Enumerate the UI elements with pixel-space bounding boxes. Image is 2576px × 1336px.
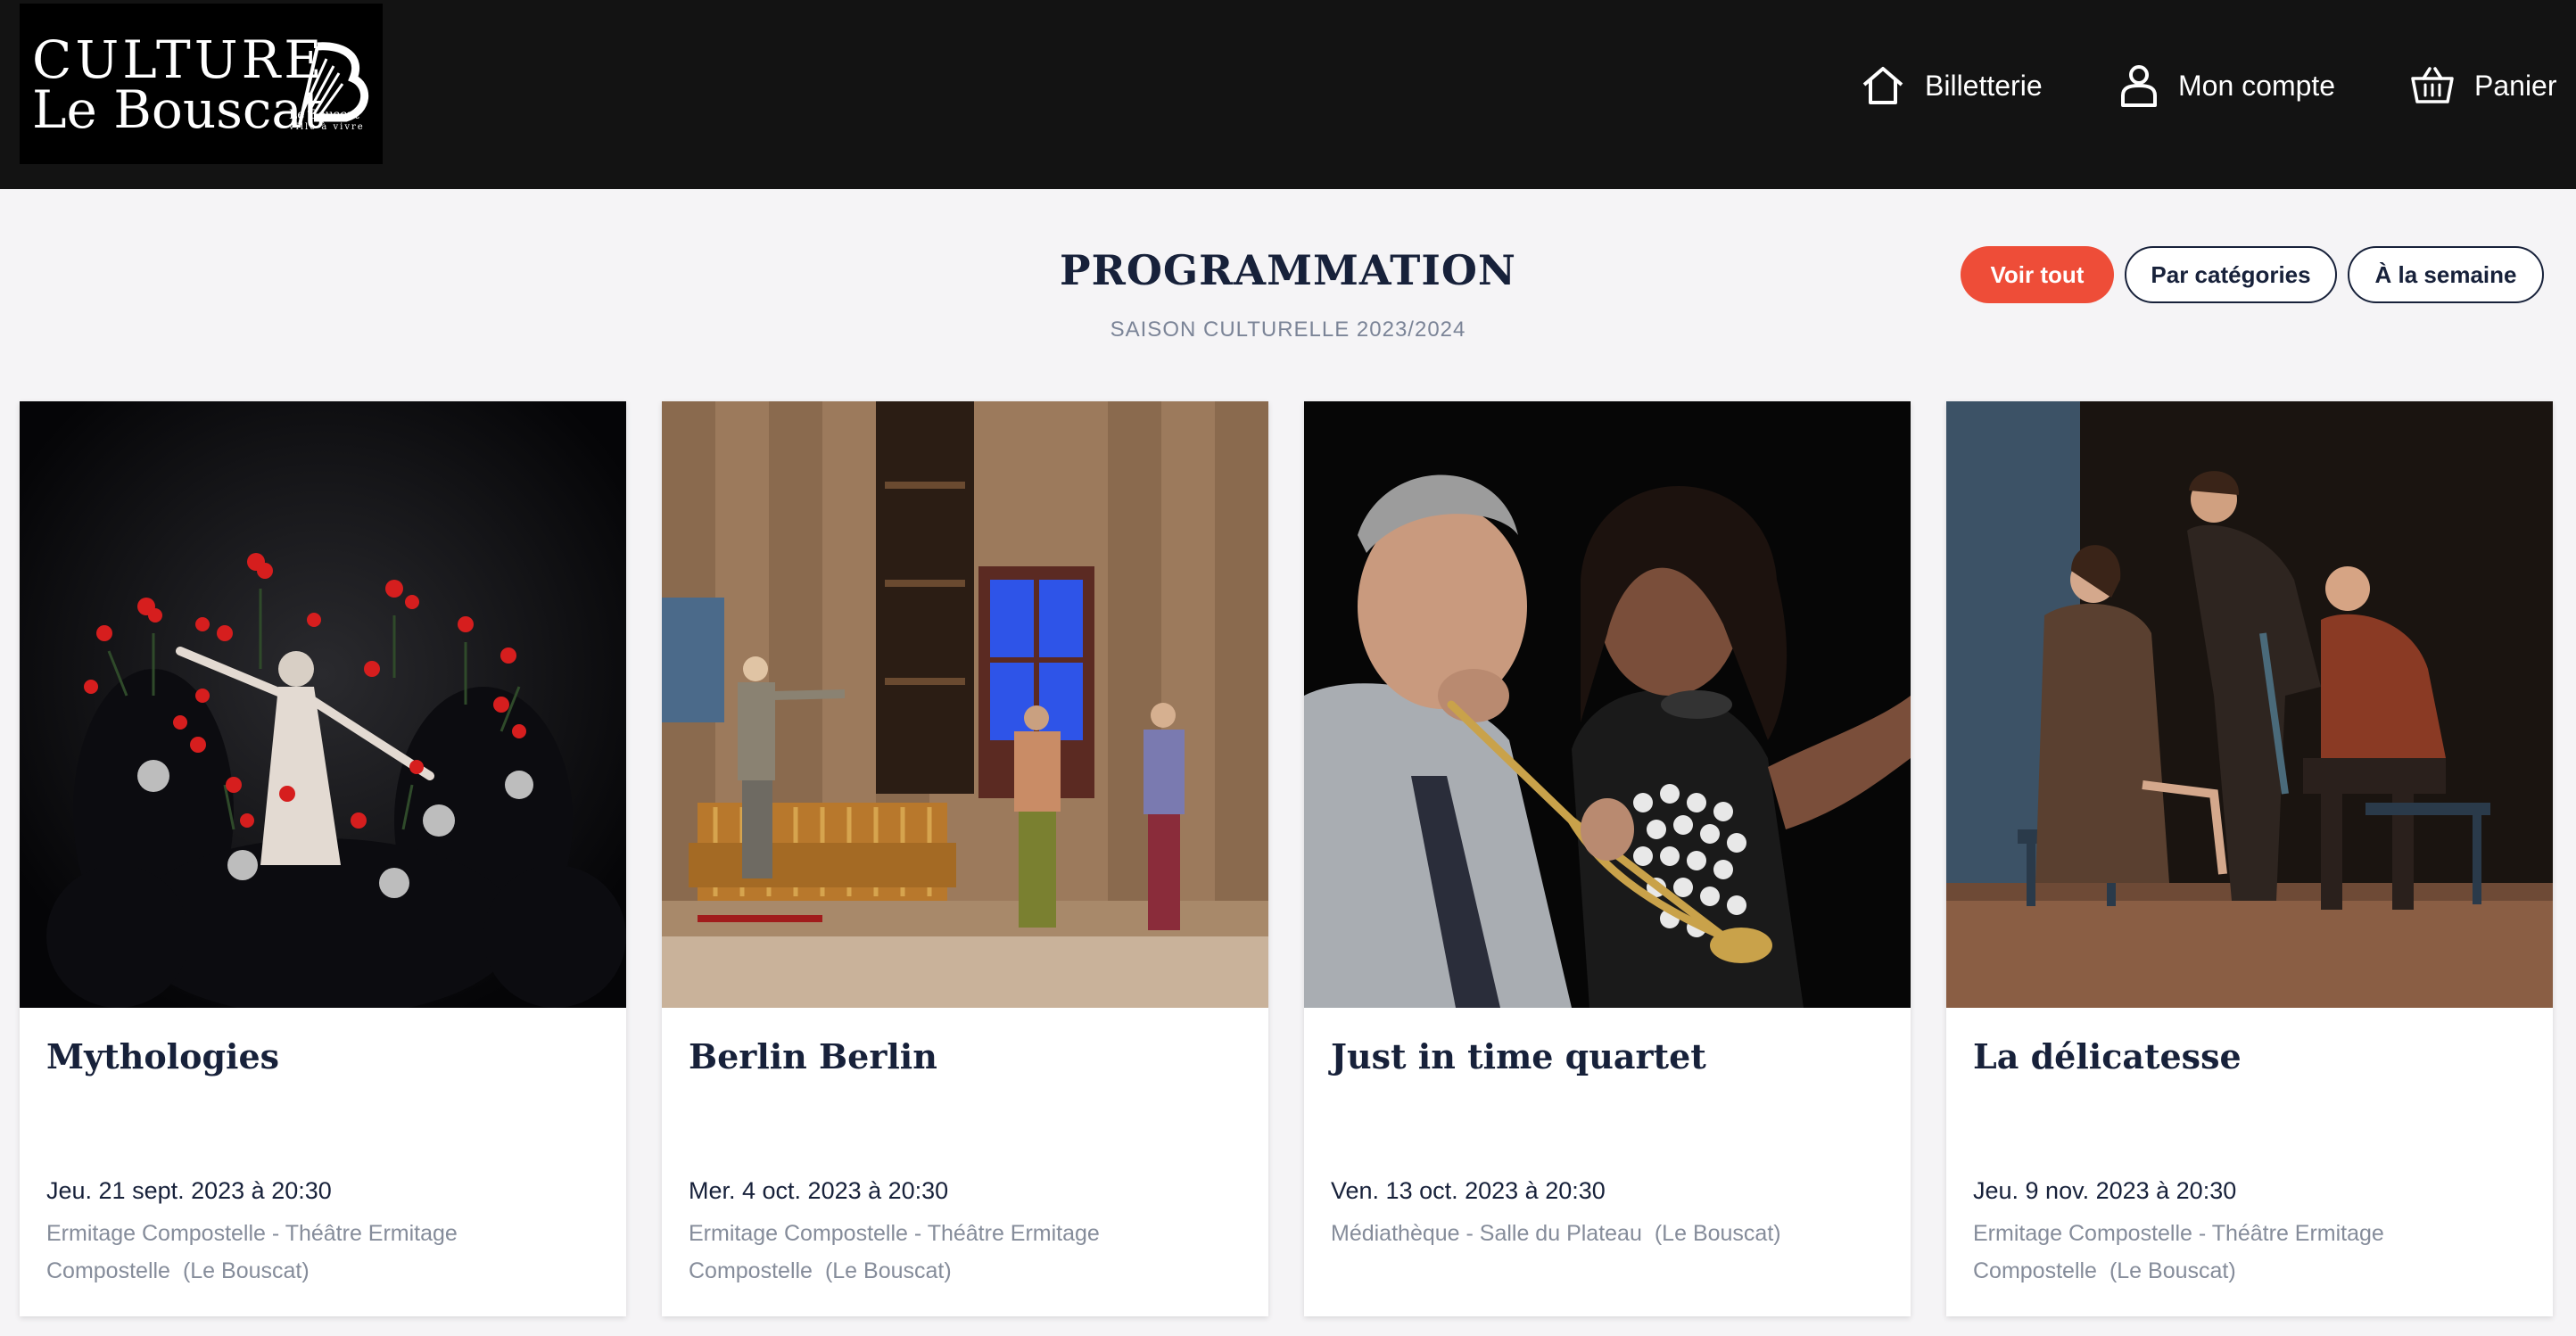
nav-billetterie[interactable]: Billetterie — [1861, 59, 2043, 112]
logo-mark-line-1: Le Bouscat — [289, 108, 359, 122]
event-card-berlin-berlin[interactable]: Berlin Berlin Mer. 4 oct. 2023 à 20:30 E… — [662, 401, 1268, 1316]
logo-mark-text: Le Bouscat ville à vivre — [289, 108, 378, 133]
event-venue: Médiathèque - Salle du Plateau (Le Bousca… — [1331, 1215, 1830, 1252]
site-logo[interactable]: CULTURE Le Bouscat Le Bouscat ville à vi… — [20, 4, 383, 164]
logo-text-culture: CULTURE — [32, 29, 326, 90]
event-city: (Le Bouscat) — [1654, 1221, 1781, 1246]
event-city: (Le Bouscat) — [182, 1258, 310, 1283]
event-date: Jeu. 9 nov. 2023 à 20:30 — [1973, 1177, 2237, 1204]
page-subtitle: SAISON CULTURELLE 2023/2024 — [1110, 318, 1466, 342]
event-card-mythologies[interactable]: Mythologies Jeu. 21 sept. 2023 à 20:30 E… — [20, 401, 626, 1316]
nav-mon-compte-label: Mon compte — [2178, 69, 2336, 102]
event-date: Mer. 4 oct. 2023 à 20:30 — [689, 1177, 949, 1204]
user-icon — [2121, 65, 2157, 107]
nav-billetterie-label: Billetterie — [1925, 69, 2043, 102]
event-city: (Le Bouscat) — [824, 1258, 952, 1283]
filter-par-categories-button[interactable]: Par catégories — [2125, 246, 2337, 303]
event-title[interactable]: La délicatesse — [1973, 1036, 2242, 1076]
event-venue: Ermitage Compostelle - Théâtre Ermitage … — [1973, 1215, 2473, 1290]
event-venue-name: Médiathèque - Salle du Plateau — [1331, 1221, 1642, 1246]
filter-a-la-semaine-button[interactable]: À la semaine — [2348, 246, 2544, 303]
event-image[interactable] — [20, 401, 626, 1008]
event-venue: Ermitage Compostelle - Théâtre Ermitage … — [689, 1215, 1188, 1290]
top-bar: CULTURE Le Bouscat Le Bouscat ville à vi… — [0, 0, 2576, 189]
event-date: Jeu. 21 sept. 2023 à 20:30 — [46, 1177, 332, 1204]
filter-voir-tout-button[interactable]: Voir tout — [1961, 246, 2114, 303]
event-card-la-delicatesse[interactable]: La délicatesse Jeu. 9 nov. 2023 à 20:30 … — [1946, 401, 2553, 1316]
event-image[interactable] — [1304, 401, 1911, 1008]
event-title[interactable]: Berlin Berlin — [689, 1036, 937, 1076]
basket-icon — [2411, 67, 2454, 103]
event-date: Ven. 13 oct. 2023 à 20:30 — [1331, 1177, 1606, 1204]
event-image[interactable] — [1946, 401, 2553, 1008]
event-title[interactable]: Just in time quartet — [1331, 1036, 1706, 1076]
event-image[interactable] — [662, 401, 1268, 1008]
nav-mon-compte[interactable]: Mon compte — [2119, 59, 2335, 112]
nav-panier-label: Panier — [2474, 69, 2557, 102]
event-card-just-in-time-quartet[interactable]: Just in time quartet Ven. 13 oct. 2023 à… — [1304, 401, 1911, 1316]
event-city: (Le Bouscat) — [2109, 1258, 2236, 1283]
nav-panier[interactable]: Panier — [2410, 59, 2557, 112]
event-venue: Ermitage Compostelle - Théâtre Ermitage … — [46, 1215, 546, 1290]
logo-mark-line-2: ville à vivre — [289, 122, 365, 133]
home-icon — [1862, 67, 1903, 104]
logo-text-le-bouscat: Le Bouscat — [32, 79, 324, 140]
event-title[interactable]: Mythologies — [46, 1036, 279, 1076]
